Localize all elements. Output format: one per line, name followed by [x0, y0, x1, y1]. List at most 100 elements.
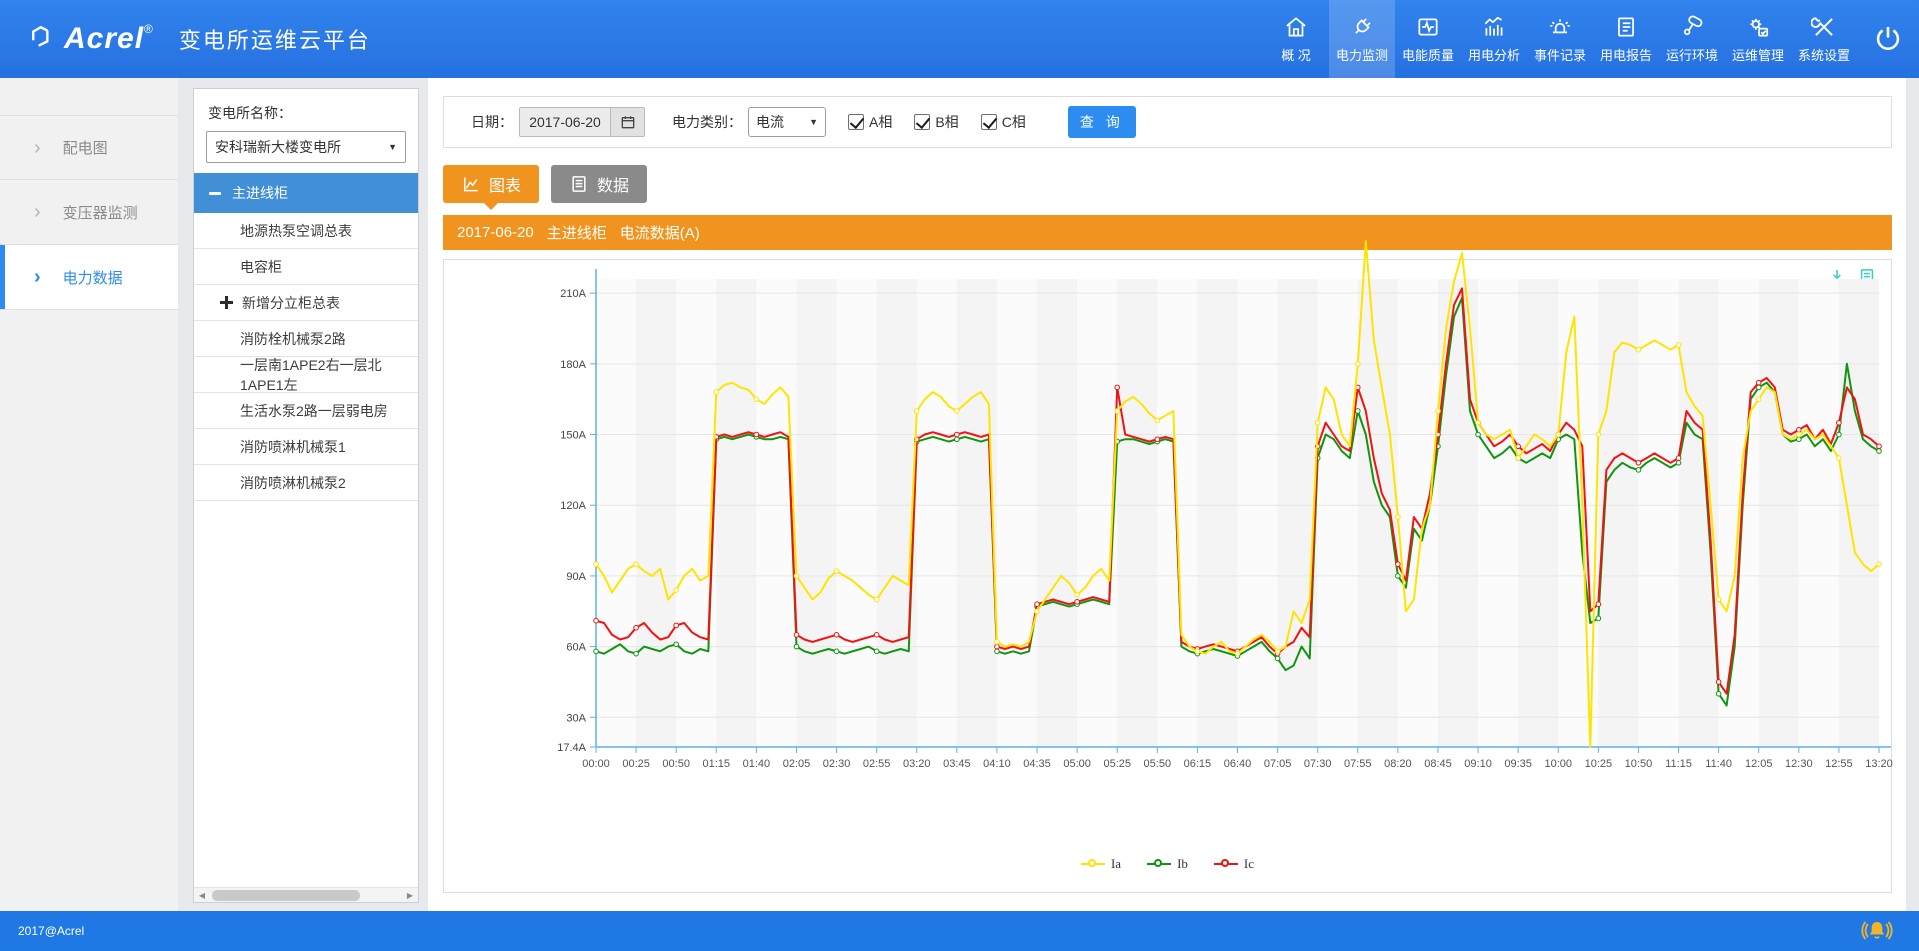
tree-node-capacitor-cabinet[interactable]: 电容柜 — [194, 249, 418, 285]
tree-node-sprinkler-pump-1[interactable]: 消防喷淋机械泵1 — [194, 429, 418, 465]
station-tree-panel: 变电所名称： 安科瑞新大楼变电所 ▼ 主进线柜 地源热泵空调总表 电容柜 新增分… — [193, 88, 419, 903]
svg-text:03:20: 03:20 — [903, 758, 931, 770]
tree-node-fire-hydrant-pump[interactable]: 消防栓机械泵2路 — [194, 321, 418, 357]
sidebar-item-transformer-monitoring[interactable]: › 变压器监测 — [0, 180, 178, 245]
svg-text:180A: 180A — [560, 359, 586, 371]
logo-registered-mark: ® — [144, 22, 153, 36]
svg-text:120A: 120A — [560, 500, 586, 512]
tree-node-main-incoming-cabinet[interactable]: 主进线柜 — [194, 173, 418, 213]
nav-item-power-quality[interactable]: 电能质量 — [1395, 0, 1461, 78]
checkbox-icon — [981, 114, 997, 130]
app-footer: 2017@Acrel — [0, 911, 1919, 951]
svg-text:07:55: 07:55 — [1344, 758, 1372, 770]
chart-container: 210A180A150A120A90A60A30A17.4A00:0000:25… — [443, 259, 1892, 893]
scroll-left-icon[interactable]: ◀ — [194, 891, 210, 900]
svg-text:04:35: 04:35 — [1023, 758, 1051, 770]
svg-text:01:15: 01:15 — [703, 758, 731, 770]
nav-item-environment[interactable]: 运行环境 — [1659, 0, 1725, 78]
checkbox-icon — [914, 114, 930, 130]
collapse-minus-icon[interactable] — [208, 186, 222, 200]
scroll-right-icon[interactable]: ▶ — [402, 891, 418, 900]
svg-text:07:05: 07:05 — [1264, 758, 1292, 770]
svg-text:07:30: 07:30 — [1304, 758, 1332, 770]
tree-horizontal-scrollbar[interactable]: ◀ ▶ — [194, 887, 418, 902]
legend-item-Ia[interactable]: Ia — [1081, 856, 1121, 872]
date-input[interactable]: 2017-06-20 — [519, 107, 611, 137]
phase-b-checkbox[interactable]: B相 — [914, 112, 958, 132]
power-quality-icon — [1415, 14, 1441, 40]
svg-text:02:30: 02:30 — [823, 758, 851, 770]
caret-down-icon: ▼ — [809, 117, 818, 127]
view-tabs: 图表 数据 — [443, 165, 647, 203]
report-icon — [1613, 14, 1639, 40]
svg-text:11:15: 11:15 — [1665, 758, 1692, 770]
svg-text:13:20: 13:20 — [1865, 758, 1893, 770]
chart-title-metric: 电流数据(A) — [620, 222, 700, 243]
svg-text:08:45: 08:45 — [1424, 758, 1452, 770]
tree-node-sprinkler-pump-2[interactable]: 消防喷淋机械泵2 — [194, 465, 418, 501]
tab-chart[interactable]: 图表 — [443, 165, 539, 203]
app-root: Acrel ® 变电所运维云平台 概 况 电力监测 电能质量 — [0, 0, 1919, 951]
svg-text:00:00: 00:00 — [582, 758, 610, 770]
svg-text:09:35: 09:35 — [1504, 758, 1532, 770]
chart-legend: Ia Ib Ic — [444, 856, 1891, 872]
chart-line-icon — [461, 174, 481, 194]
nav-item-overview[interactable]: 概 况 — [1263, 0, 1329, 78]
nav-item-usage-report[interactable]: 用电报告 — [1593, 0, 1659, 78]
svg-text:02:05: 02:05 — [783, 758, 811, 770]
current-line-chart[interactable]: 210A180A150A120A90A60A30A17.4A00:0000:25… — [481, 279, 1891, 779]
logo-text: Acrel — [64, 22, 144, 56]
nav-item-system-settings[interactable]: 系统设置 — [1791, 0, 1857, 78]
legend-item-Ic[interactable]: Ic — [1214, 856, 1254, 872]
svg-text:02:55: 02:55 — [863, 758, 891, 770]
svg-text:60A: 60A — [566, 642, 586, 654]
sidebar-item-label: 电力数据 — [63, 267, 123, 288]
event-icon — [1547, 14, 1573, 40]
tree-node-floor1-ape[interactable]: 一层南1APE2右一层北1APE1左 — [194, 357, 418, 393]
svg-text:210A: 210A — [560, 288, 586, 300]
chart-title-device: 主进线柜 — [547, 222, 607, 243]
sidebar-item-distribution-diagram[interactable]: › 配电图 — [0, 115, 178, 180]
logout-power-icon[interactable] — [1871, 22, 1905, 56]
tree-node-heat-pump-ac-meter[interactable]: 地源热泵空调总表 — [194, 213, 418, 249]
chart-title-date: 2017-06-20 — [457, 224, 534, 241]
nav-item-power-monitoring[interactable]: 电力监测 — [1329, 0, 1395, 78]
svg-text:00:50: 00:50 — [662, 758, 690, 770]
tree-node-water-pump[interactable]: 生活水泵2路一层弱电房 — [194, 393, 418, 429]
phase-a-checkbox[interactable]: A相 — [848, 112, 892, 132]
nav-item-event-log[interactable]: 事件记录 — [1527, 0, 1593, 78]
svg-text:150A: 150A — [560, 430, 586, 442]
scrollbar-thumb[interactable] — [212, 890, 360, 901]
svg-text:11:40: 11:40 — [1705, 758, 1732, 770]
phase-c-checkbox[interactable]: C相 — [981, 112, 1026, 132]
expand-plus-icon[interactable] — [220, 296, 233, 309]
home-icon — [1283, 14, 1309, 40]
station-name-label: 变电所名称： — [208, 103, 418, 123]
filter-bar: 日期： 2017-06-20 电力类别： 电流 ▼ A相 B相 C相 查 — [443, 96, 1892, 148]
acrel-logo-icon — [30, 24, 56, 55]
svg-text:05:25: 05:25 — [1103, 758, 1131, 770]
calendar-icon[interactable] — [611, 107, 645, 137]
tree-node-new-sub-cabinet-meter[interactable]: 新增分立柜总表 — [194, 285, 418, 321]
chevron-right-icon: › — [34, 138, 41, 158]
svg-text:30A: 30A — [566, 712, 586, 724]
tab-data[interactable]: 数据 — [551, 165, 647, 203]
svg-text:12:55: 12:55 — [1825, 758, 1853, 770]
query-button[interactable]: 查 询 — [1068, 106, 1136, 138]
alarm-bell-icon[interactable] — [1861, 915, 1893, 947]
svg-text:10:50: 10:50 — [1625, 758, 1653, 770]
chart-title-bar: 2017-06-20 主进线柜 电流数据(A) — [443, 215, 1892, 250]
sidebar-item-power-data[interactable]: › 电力数据 — [0, 245, 178, 310]
svg-text:10:00: 10:00 — [1544, 758, 1572, 770]
svg-text:06:15: 06:15 — [1184, 758, 1212, 770]
checkbox-icon — [848, 114, 864, 130]
page-title: 变电所运维云平台 — [179, 23, 371, 55]
data-list-icon — [569, 174, 589, 194]
category-select[interactable]: 电流 ▼ — [748, 107, 826, 137]
legend-item-Ib[interactable]: Ib — [1147, 856, 1188, 872]
svg-text:12:30: 12:30 — [1785, 758, 1813, 770]
station-select[interactable]: 安科瑞新大楼变电所 ▼ — [206, 131, 406, 163]
nav-item-usage-analysis[interactable]: 用电分析 — [1461, 0, 1527, 78]
copyright-text: 2017@Acrel — [18, 924, 84, 938]
nav-item-ops-management[interactable]: 运维管理 — [1725, 0, 1791, 78]
